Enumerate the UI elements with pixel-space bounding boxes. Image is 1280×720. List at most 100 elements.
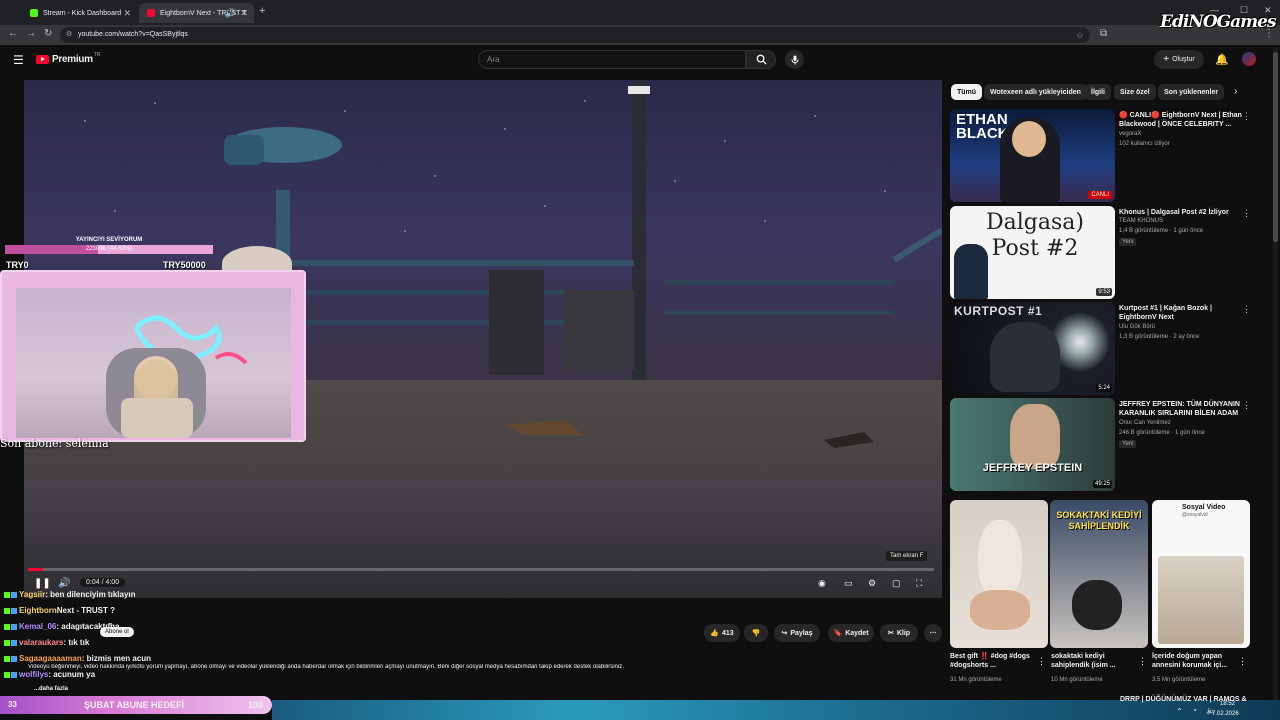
chevron-up-icon[interactable]: ⌃ (1176, 707, 1183, 716)
chat-text: : acunum ya (48, 670, 96, 679)
puppy-figure (978, 520, 1022, 600)
close-tab-icon[interactable]: ✕ (240, 8, 248, 19)
channel-name[interactable]: vegoraX (1119, 131, 1141, 137)
fullscreen-icon[interactable]: ⛶ (916, 578, 922, 589)
new-badge: Yeni (1119, 440, 1137, 448)
new-tab-button[interactable]: + (259, 5, 265, 17)
subscriber-goal-bar: 33 ŞUBAT ABUNE HEDEFİ 100 (0, 696, 272, 714)
video-meta: 246 B görüntüleme · 1 gün önce (1119, 430, 1205, 436)
site-info-icon[interactable]: ⚙ (66, 27, 72, 43)
hand-figure (970, 590, 1030, 630)
chip-recent[interactable]: Son yüklenenler (1158, 84, 1225, 100)
chip-related[interactable]: İlgili (1085, 84, 1111, 100)
channel-name[interactable]: Ulu Gök Börü (1119, 324, 1155, 330)
recommendation-item[interactable]: JEFFREY EPSTEIN 49:25 JEFFREY EPSTEIN: T… (950, 398, 1270, 492)
search-button[interactable] (746, 50, 776, 69)
video-title[interactable]: JEFFREY EPSTEIN: TÜM DÜNYANIN KARANLIK S… (1119, 400, 1243, 418)
save-button[interactable]: 🔖 Kaydet (828, 624, 874, 642)
clip-label: Klip (896, 629, 911, 637)
avatar[interactable] (1242, 52, 1256, 66)
subtitles-icon[interactable]: ▭ (844, 578, 853, 589)
thumbnail-text: KURTPOST #1 (954, 304, 1043, 318)
tab-youtube-video[interactable]: EightbornV Next - TRUST T 🔊 ✕ (139, 3, 254, 23)
more-options-icon[interactable]: ⋮ (1242, 400, 1251, 411)
chat-message: Yagsiir: ben dilenciyim tıklayın (3, 590, 136, 599)
video-meta: 1,4 B görüntüleme · 1 gün önce (1119, 228, 1204, 234)
share-button[interactable]: ↪ Paylaş (774, 624, 820, 642)
chevron-right-icon[interactable]: › (1234, 86, 1237, 97)
reload-icon[interactable]: ↻ (44, 28, 52, 39)
short-views: 10 Mn görüntüleme (1051, 677, 1103, 683)
live-badge: CANLI (1088, 191, 1112, 199)
video-title[interactable]: Khonus | Dalgasal Post #2 İzliyor (1119, 208, 1243, 217)
more-options-icon[interactable]: ⋮ (1238, 656, 1247, 667)
more-options-icon[interactable]: ⋮ (1138, 656, 1147, 667)
like-button[interactable]: 👍 413 (704, 624, 740, 642)
scrollbar-thumb[interactable] (1273, 52, 1278, 242)
more-options-icon[interactable]: ⋮ (1242, 208, 1251, 219)
next-recommendation-title[interactable]: DRRP | DÜĞÜNÜMÜZ VAR | RAMOS & (1120, 696, 1247, 703)
chat-message: Eightborn Next - TRUST ? (3, 606, 115, 615)
create-button[interactable]: + Oluştur (1154, 50, 1204, 69)
recommendation-item[interactable]: ETHAN BLACKWOOD CANLI 🔴 CANLI🔴 Eightborn… (950, 109, 1270, 203)
more-options-icon[interactable]: ⋮ (1242, 304, 1251, 315)
more-options-icon[interactable]: ⋮ (1037, 656, 1046, 667)
forward-icon[interactable]: → (26, 28, 36, 39)
short-title[interactable]: sokaktaki kediyi sahiplendik (isim ... (1051, 652, 1141, 670)
dislike-button[interactable]: 👎 (744, 624, 768, 642)
tab-kick-dashboard[interactable]: Stream - Kick Dashboard ✕ (22, 3, 137, 23)
video-title[interactable]: 🔴 CANLI🔴 EightbornV Next | Ethan Blackwo… (1119, 111, 1243, 129)
chip-for-you[interactable]: Size özel (1114, 84, 1156, 100)
clip-button[interactable]: ✂ Klip (880, 624, 918, 642)
settings-gear-icon[interactable]: ⚙ (868, 578, 876, 589)
chat-message: valaraukars: tık tık (3, 638, 89, 647)
more-actions-button[interactable]: ⋯ (924, 624, 942, 642)
chat-username: valaraukars (19, 638, 64, 647)
video-title[interactable]: Kurtpost #1 | Kağan Bozok | EightbornV N… (1119, 304, 1243, 322)
short-views: 31 Mn görüntüleme (950, 677, 1002, 683)
theater-mode-icon[interactable]: ▢ (892, 578, 901, 589)
sub-goal-count: 33 (8, 700, 17, 709)
donation-goal: YAYINCIYI SEVİYORUM 22306₺ (44.60%) (5, 237, 213, 259)
progress-bar[interactable] (28, 568, 934, 571)
video-thumbnail[interactable]: KURTPOST #1 5:24 (950, 302, 1115, 395)
back-icon[interactable]: ← (8, 28, 18, 39)
close-tab-icon[interactable]: ✕ (123, 8, 131, 19)
last-subscriber: Son abone: selenna (0, 437, 109, 450)
progress-fill (28, 568, 44, 571)
speaker-icon[interactable]: 🔊 (225, 8, 236, 19)
chat-username: Yagsiir (19, 590, 46, 599)
video-thumbnail[interactable]: ETHAN BLACKWOOD CANLI (950, 109, 1115, 202)
search-input[interactable]: Ara (478, 50, 746, 69)
bookmark-star-icon[interactable]: ☆ (1076, 27, 1084, 43)
short-video-thumbnail[interactable] (950, 500, 1048, 648)
page-scrollbar[interactable] (1273, 48, 1278, 700)
url-field[interactable]: ⚙ youtube.com/watch?v=QasSByjtlqs ☆ (60, 27, 1090, 43)
short-title[interactable]: İçeride doğum yapan annesini korumak içi… (1152, 652, 1242, 670)
subscribe-button[interactable]: Abone ol (100, 627, 134, 637)
wifi-icon[interactable]: ◔ (1192, 706, 1197, 715)
video-thumbnail[interactable]: Dalgasa) Post #2 9:53 (950, 206, 1115, 299)
chat-username: Eightborn (19, 606, 57, 615)
recommendation-item[interactable]: Dalgasa) Post #2 9:53 Khonus | Dalgasal … (950, 206, 1270, 300)
channel-name[interactable]: Onur Can Yenilmez (1119, 420, 1171, 426)
extensions-icon[interactable]: ⧉ (1100, 28, 1107, 39)
chat-username: Kemal_06 (19, 622, 57, 631)
voice-search-button[interactable] (785, 50, 804, 69)
video-thumbnail[interactable]: JEFFREY EPSTEIN 49:25 (950, 398, 1115, 491)
channel-name[interactable]: TEAM KHONUS (1119, 218, 1163, 224)
short-title[interactable]: Best gift ‼️ #dog #dogs #dogshorts ... (950, 652, 1040, 670)
show-more-link[interactable]: ...daha fazla (34, 686, 68, 692)
notifications-bell-icon[interactable]: 🔔 (1215, 53, 1229, 66)
chip-all[interactable]: Tümü (951, 84, 983, 100)
scissors-icon: ✂ (887, 630, 894, 637)
more-options-icon[interactable]: ⋮ (1242, 111, 1251, 122)
short-video-thumbnail[interactable]: SOKAKTAKİ KEDİYİ SAHİPLENDİK (1050, 500, 1148, 648)
sub-goal-target: 100 (248, 700, 264, 710)
hamburger-menu-icon[interactable]: ☰ (13, 53, 24, 67)
short-video-thumbnail[interactable]: Sosyal Video @sosyalvid (1152, 500, 1250, 648)
recommendation-item[interactable]: KURTPOST #1 5:24 Kurtpost #1 | Kağan Boz… (950, 302, 1270, 396)
chip-uploader[interactable]: Wotexeen adlı yükleyiciden (984, 84, 1087, 100)
autoplay-toggle[interactable]: ◉ (818, 578, 826, 589)
youtube-logo[interactable]: Premium TR (36, 52, 100, 65)
